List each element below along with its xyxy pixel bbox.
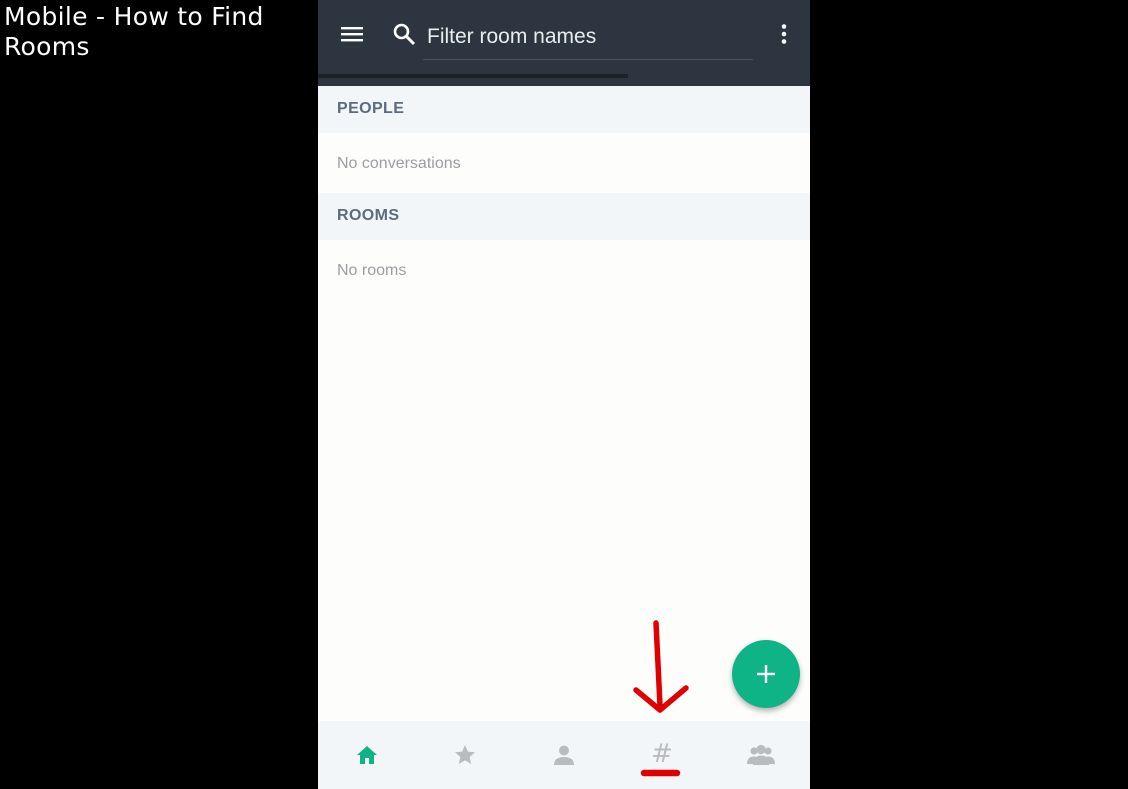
people-empty-message: No conversations — [337, 155, 461, 172]
app-bar — [318, 0, 810, 86]
people-section-title: PEOPLE — [337, 100, 405, 117]
hamburger-menu-icon — [341, 27, 363, 42]
nav-tab-people[interactable] — [515, 721, 613, 789]
overflow-menu-button[interactable] — [772, 22, 796, 46]
search-icon — [393, 23, 416, 46]
rooms-empty-message: No rooms — [337, 262, 407, 279]
tutorial-caption: Mobile - How to Find Rooms — [4, 2, 264, 61]
more-vertical-icon — [781, 24, 787, 44]
group-icon — [747, 744, 775, 765]
person-icon — [554, 745, 574, 765]
nav-tab-favourites[interactable] — [416, 721, 514, 789]
nav-tab-rooms[interactable]: # — [613, 721, 711, 789]
people-section-header[interactable]: PEOPLE — [318, 86, 810, 133]
bottom-navigation: # — [318, 721, 810, 789]
plus-icon — [757, 665, 775, 683]
search-button[interactable] — [392, 22, 416, 46]
rooms-section-title: ROOMS — [337, 207, 400, 224]
nav-tab-groups[interactable] — [712, 721, 810, 789]
sync-progress-bar — [318, 74, 628, 78]
create-room-fab[interactable] — [732, 640, 800, 708]
star-icon — [455, 745, 475, 764]
phone-screen: PEOPLE No conversations ROOMS No rooms — [318, 0, 810, 789]
filter-room-names-input[interactable] — [423, 14, 753, 60]
nav-tab-home[interactable] — [318, 721, 416, 789]
menu-button[interactable] — [340, 22, 364, 46]
rooms-section-header[interactable]: ROOMS — [318, 193, 810, 240]
hash-icon: # — [651, 739, 673, 769]
home-icon — [357, 746, 377, 764]
